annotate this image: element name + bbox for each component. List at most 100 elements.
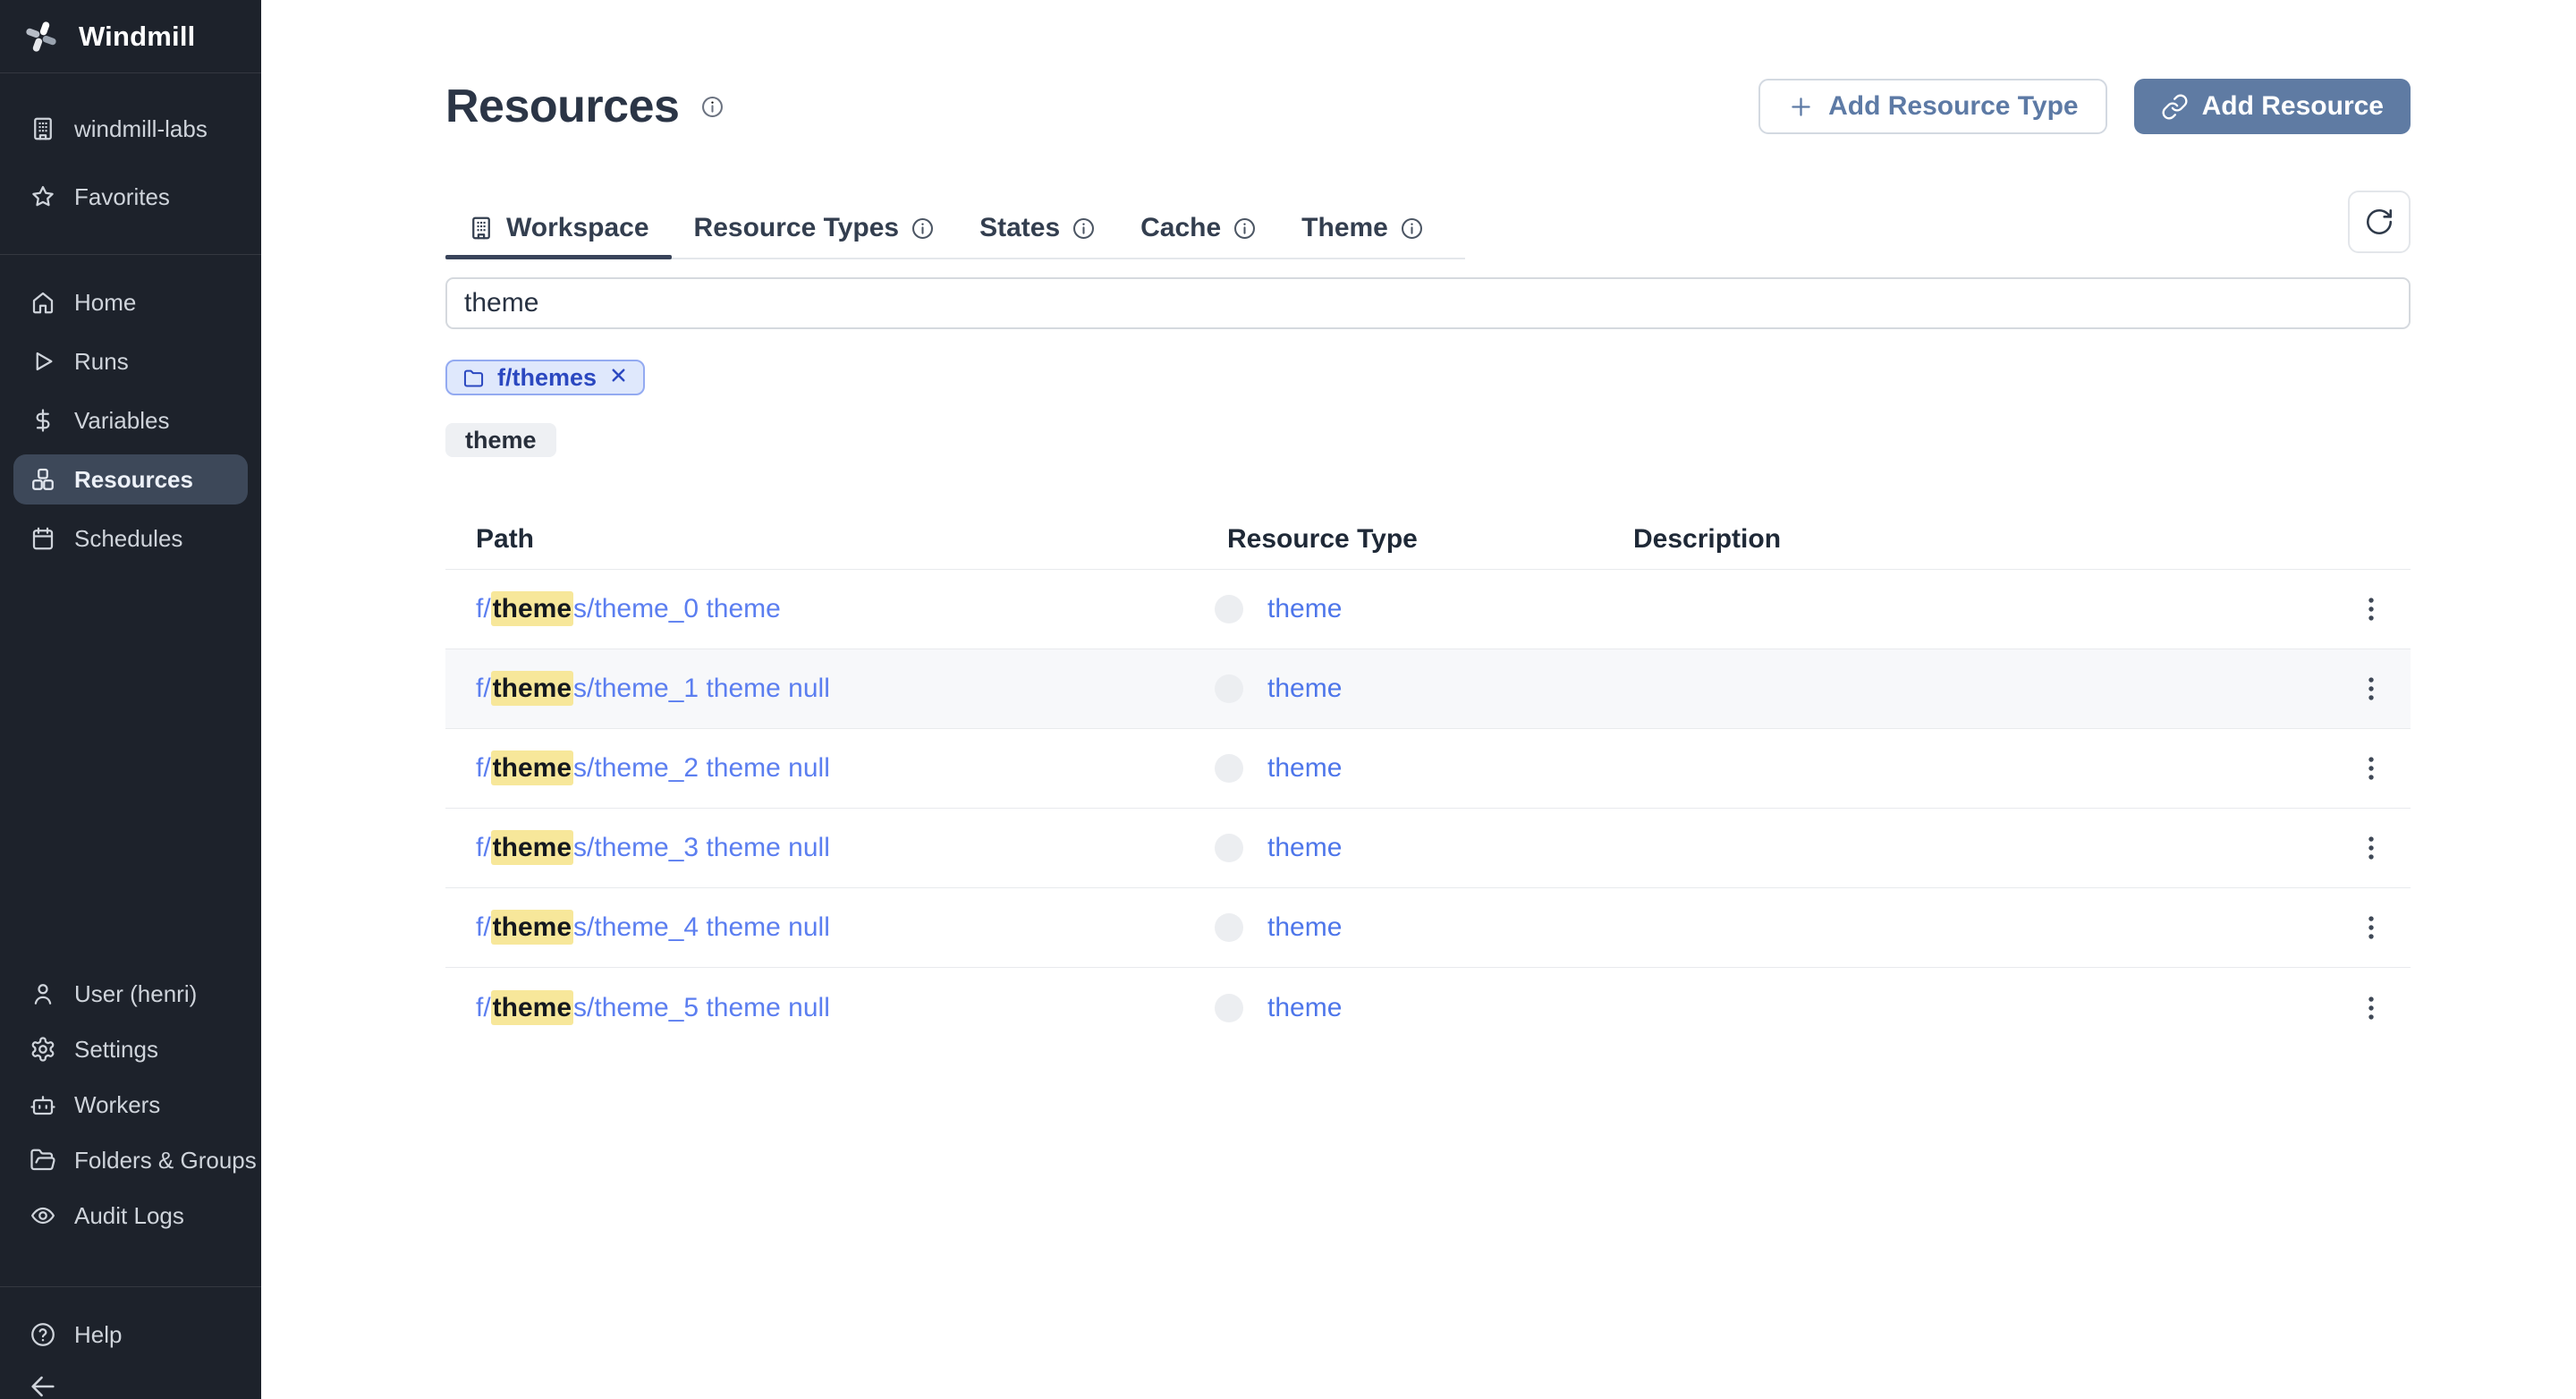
table-row[interactable]: f/themes/theme_5 theme null theme [445,968,2411,1047]
kebab-icon [2368,836,2374,860]
resource-type-link[interactable]: theme [1267,833,1342,863]
tab-workspace[interactable]: Workspace [445,199,672,259]
add-resource-button[interactable]: Add Resource [2133,79,2411,134]
sidebar-item-workspace[interactable]: windmill-labs [0,98,261,159]
column-header-resource-type: Resource Type [1227,524,1418,554]
path-segment: f/ [476,753,491,783]
tab-states[interactable]: States [957,199,1118,258]
favorites-label: Favorites [74,182,170,210]
table-row[interactable]: f/themes/theme_0 theme theme [445,570,2411,649]
path-segment: s/theme_3 theme null [573,833,830,862]
sidebar-item-audit-logs[interactable]: Audit Logs [0,1188,261,1243]
info-icon[interactable] [1400,216,1424,241]
folder-chip-label: f/themes [497,363,597,391]
sidebar-item-help[interactable]: Help [0,1307,261,1362]
windmill-logo[interactable]: Windmill [0,0,261,73]
resources-table: Path Resource Type Description f/themes/… [445,510,2411,1047]
path-highlight: theme [490,671,574,706]
sidebar-item-schedules[interactable]: Schedules [0,509,261,568]
tab-theme-label: Theme [1301,213,1388,242]
resource-path-link[interactable]: f/themes/theme_1 theme null [476,671,830,706]
path-segment: f/ [476,992,491,1022]
sidebar-item-resources[interactable]: Resources [13,454,248,504]
resource-path-link[interactable]: f/themes/theme_0 theme [476,591,781,626]
folder-filter-chip[interactable]: f/themes [445,360,646,395]
info-icon[interactable] [700,95,724,119]
path-highlight: theme [490,989,574,1025]
folders-groups-label: Folders & Groups [74,1146,257,1174]
tab-workspace-label: Workspace [506,213,649,242]
building-icon [30,115,56,142]
resource-path-link[interactable]: f/themes/theme_3 theme null [476,830,830,865]
windmill-logo-icon [26,21,56,52]
resource-path-link[interactable]: f/themes/theme_5 theme null [476,989,830,1025]
sidebar-item-user[interactable]: User (henri) [0,966,261,1022]
tab-bar: Workspace Resource Types States Cache Th… [445,199,1465,259]
main-content: Resources Add Resource Type Add Resource… [261,0,2576,1399]
collapse-sidebar-button[interactable] [23,1367,63,1399]
tab-resource-types[interactable]: Resource Types [672,199,958,258]
sidebar-item-folders-groups[interactable]: Folders & Groups [0,1132,261,1188]
robot-icon [30,1091,56,1118]
row-menu-button[interactable] [2351,988,2391,1028]
column-header-path: Path [476,524,535,554]
path-segment: s/theme_1 theme null [573,674,830,703]
variables-label: Variables [74,406,170,434]
resource-type-link[interactable]: theme [1267,594,1342,624]
add-resource-type-label: Add Resource Type [1828,91,2079,121]
resource-type-avatar [1215,913,1243,942]
row-menu-button[interactable] [2351,669,2391,708]
sidebar-item-variables[interactable]: Variables [0,391,261,450]
row-menu-button[interactable] [2351,749,2391,788]
sidebar: Windmill windmill-labs Favorites Home Ru… [0,0,261,1399]
path-segment: s/theme_0 theme [573,594,781,623]
table-row[interactable]: f/themes/theme_2 theme null theme [445,729,2411,809]
resource-type-link[interactable]: theme [1267,993,1342,1023]
page-title: Resources [445,81,680,132]
kebab-icon [2368,598,2374,621]
resource-type-link[interactable]: theme [1267,753,1342,784]
boxes-icon [30,466,56,493]
user-icon [30,980,56,1007]
play-icon [30,348,56,375]
resource-type-avatar [1215,595,1243,623]
add-resource-type-button[interactable]: Add Resource Type [1758,79,2107,134]
settings-label: Settings [74,1035,158,1063]
sidebar-item-workers[interactable]: Workers [0,1077,261,1132]
row-menu-button[interactable] [2351,908,2391,947]
add-resource-label: Add Resource [2201,91,2384,121]
path-highlight: theme [490,591,574,626]
app-window: Windmill windmill-labs Favorites Home Ru… [0,0,2576,1399]
kebab-icon [2368,996,2374,1020]
tab-cache[interactable]: Cache [1118,199,1279,258]
tab-resource-types-label: Resource Types [693,213,900,242]
building-icon [468,215,495,242]
sidebar-item-home[interactable]: Home [0,273,261,332]
table-row[interactable]: f/themes/theme_4 theme null theme [445,888,2411,968]
remove-filter-icon[interactable] [608,365,629,390]
tab-theme[interactable]: Theme [1279,199,1446,258]
resource-path-link[interactable]: f/themes/theme_2 theme null [476,750,830,785]
resource-type-link[interactable]: theme [1267,674,1342,704]
star-icon [30,183,56,210]
kebab-icon [2368,677,2374,700]
sidebar-item-settings[interactable]: Settings [0,1022,261,1077]
table-row[interactable]: f/themes/theme_3 theme null theme [445,809,2411,888]
sidebar-item-favorites[interactable]: Favorites [0,166,261,227]
path-segment: f/ [476,594,491,623]
resource-path-link[interactable]: f/themes/theme_4 theme null [476,910,830,945]
tab-states-label: States [979,213,1061,242]
info-icon[interactable] [1233,216,1257,241]
table-row[interactable]: f/themes/theme_1 theme null theme [445,649,2411,729]
sidebar-divider [0,254,261,255]
workspace-name: windmill-labs [74,114,208,142]
app-title: Windmill [79,20,196,52]
sidebar-item-runs[interactable]: Runs [0,332,261,391]
row-menu-button[interactable] [2351,589,2391,629]
refresh-button[interactable] [2348,191,2411,253]
search-input[interactable] [445,277,2411,329]
info-icon[interactable] [1072,216,1096,241]
row-menu-button[interactable] [2351,828,2391,868]
info-icon[interactable] [911,216,935,241]
resource-type-link[interactable]: theme [1267,912,1342,943]
